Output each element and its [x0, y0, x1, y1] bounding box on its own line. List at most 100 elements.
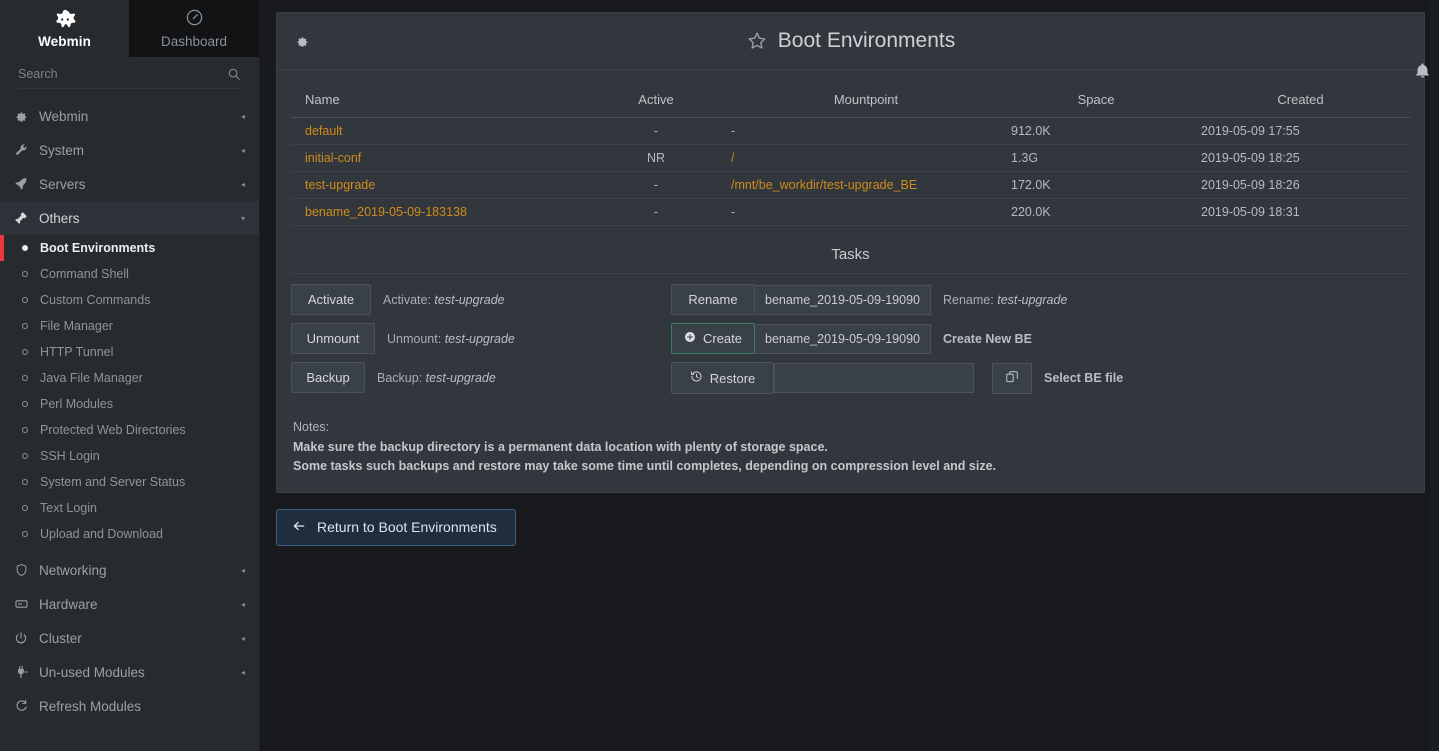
cell-mountpoint: /: [731, 144, 1001, 172]
column-header-created[interactable]: Created: [1191, 84, 1410, 118]
search-icon[interactable]: [227, 67, 241, 81]
bullet-icon: [22, 479, 28, 485]
sidebar-item-label: Perl Modules: [40, 397, 113, 411]
chevron-left-icon: ◂: [240, 111, 245, 121]
return-button-label: Return to Boot Environments: [317, 519, 497, 535]
search-box[interactable]: [18, 67, 241, 89]
sidebar-item-label: HTTP Tunnel: [40, 345, 114, 359]
sidebar-item-label: Upload and Download: [40, 527, 164, 541]
sidebar-item-label: System and Server Status: [40, 475, 186, 489]
mountpoint-link[interactable]: /mnt/be_workdir/test-upgrade_BE: [731, 178, 917, 192]
sidebar-nav: Webmin ◂ System ◂ Servers ◂ Others ▾ Boo…: [0, 99, 259, 723]
sidebar-item-http-tunnel[interactable]: HTTP Tunnel: [0, 339, 259, 365]
select-be-file-button[interactable]: [992, 362, 1032, 394]
sidebar-item-cluster[interactable]: Cluster ◂: [0, 621, 259, 655]
unmount-label-value: test-upgrade: [444, 331, 515, 346]
bullet-icon: [22, 271, 28, 277]
webmin-logo-icon: [54, 9, 76, 33]
arrow-left-icon: [291, 519, 307, 536]
sidebar-item-upload-and-download[interactable]: Upload and Download: [0, 521, 259, 547]
boot-environments-panel: Boot Environments Name Active Mountpoint…: [276, 12, 1425, 493]
sidebar-item-protected-web-directories[interactable]: Protected Web Directories: [0, 417, 259, 443]
column-header-active[interactable]: Active: [581, 84, 731, 118]
sidebar-item-servers[interactable]: Servers ◂: [0, 167, 259, 201]
sidebar-item-text-login[interactable]: Text Login: [0, 495, 259, 521]
sidebar-item-perl-modules[interactable]: Perl Modules: [0, 391, 259, 417]
unmount-button[interactable]: Unmount: [291, 323, 375, 354]
sidebar-item-label: File Manager: [40, 319, 113, 333]
sidebar-item-hardware[interactable]: Hardware ◂: [0, 587, 259, 621]
bullet-icon: [22, 349, 28, 355]
return-to-boot-environments-button[interactable]: Return to Boot Environments: [276, 508, 516, 546]
cell-name: test-upgrade: [291, 171, 581, 199]
create-input[interactable]: [755, 323, 931, 354]
mountpoint-link[interactable]: /: [731, 151, 734, 165]
tab-dashboard-label: Dashboard: [160, 34, 228, 49]
rename-input[interactable]: [755, 284, 931, 315]
gear-icon[interactable]: [295, 34, 309, 48]
chevron-left-icon: ◂: [240, 667, 245, 677]
plus-circle-icon: [684, 331, 696, 346]
rename-button[interactable]: Rename: [671, 284, 755, 315]
sidebar-item-java-file-manager[interactable]: Java File Manager: [0, 365, 259, 391]
be-name-link[interactable]: default: [305, 124, 343, 138]
backup-label-prefix: Backup:: [377, 370, 423, 385]
tab-dashboard[interactable]: Dashboard: [129, 0, 259, 57]
brand-webmin[interactable]: Webmin: [0, 0, 129, 57]
sidebar-item-command-shell[interactable]: Command Shell: [0, 261, 259, 287]
cell-space: 1.3G: [1001, 144, 1191, 172]
create-task-label: Create New BE: [943, 331, 1032, 346]
sidebar-item-networking[interactable]: Networking ◂: [0, 553, 259, 587]
activate-button[interactable]: Activate: [291, 284, 371, 315]
sidebar-item-file-manager[interactable]: File Manager: [0, 313, 259, 339]
star-icon[interactable]: [746, 30, 768, 52]
restore-path-input[interactable]: [774, 363, 974, 393]
main-content: Boot Environments Name Active Mountpoint…: [260, 0, 1439, 751]
cell-name: bename_2019-05-09-183138: [291, 198, 581, 226]
hammer-icon: [13, 211, 29, 225]
sidebar-item-un-used-modules[interactable]: Un-used Modules ◂: [0, 655, 259, 689]
create-button[interactable]: Create: [671, 323, 755, 354]
table-row[interactable]: bename_2019-05-09-183138 - - 220.0K 2019…: [291, 198, 1410, 226]
rename-label-value: test-upgrade: [997, 292, 1068, 307]
vertical-scrollbar[interactable]: [1430, 0, 1439, 751]
column-header-space[interactable]: Space: [1001, 84, 1191, 118]
wrench-icon: [13, 143, 29, 157]
task-row-unmount: Unmount Unmount: test-upgrade: [291, 323, 671, 354]
panel-header: Boot Environments: [277, 13, 1424, 70]
sidebar-item-system[interactable]: System ◂: [0, 133, 259, 167]
table-row[interactable]: default - - 912.0K 2019-05-09 17:55: [291, 117, 1410, 145]
backup-button[interactable]: Backup: [291, 362, 365, 393]
column-header-mountpoint[interactable]: Mountpoint: [731, 84, 1001, 118]
notes-line: Some tasks such backups and restore may …: [293, 458, 997, 473]
bell-icon[interactable]: [1414, 62, 1431, 79]
be-name-link[interactable]: initial-conf: [305, 151, 361, 165]
sidebar-item-others[interactable]: Others ▾: [0, 201, 259, 235]
restore-button-label: Restore: [709, 370, 756, 386]
be-name-link[interactable]: test-upgrade: [305, 178, 375, 192]
rename-task-label: Rename: test-upgrade: [943, 293, 1067, 307]
column-header-name[interactable]: Name: [291, 84, 581, 118]
restore-button[interactable]: Restore: [671, 362, 774, 394]
sidebar-item-refresh-modules[interactable]: Refresh Modules: [0, 689, 259, 723]
sidebar: Webmin Dashboard Webmin ◂: [0, 0, 260, 751]
table-row[interactable]: test-upgrade - /mnt/be_workdir/test-upgr…: [291, 171, 1410, 199]
rocket-icon: [13, 177, 29, 191]
table-row[interactable]: initial-conf NR / 1.3G 2019-05-09 18:25: [291, 144, 1410, 172]
rename-label-prefix: Rename:: [943, 292, 994, 307]
sidebar-item-webmin[interactable]: Webmin ◂: [0, 99, 259, 133]
cell-mountpoint: -: [731, 198, 1001, 226]
sidebar-item-custom-commands[interactable]: Custom Commands: [0, 287, 259, 313]
sidebar-item-boot-environments[interactable]: Boot Environments: [0, 235, 259, 261]
chevron-left-icon: ◂: [240, 599, 245, 609]
task-row-backup: Backup Backup: test-upgrade: [291, 362, 671, 393]
history-icon: [690, 370, 703, 386]
sidebar-item-ssh-login[interactable]: SSH Login: [0, 443, 259, 469]
unmount-label-prefix: Unmount:: [387, 331, 442, 346]
be-name-link[interactable]: bename_2019-05-09-183138: [305, 205, 467, 219]
gauge-icon: [185, 8, 204, 32]
sidebar-item-system-and-server-status[interactable]: System and Server Status: [0, 469, 259, 495]
sidebar-item-label: Cluster: [39, 630, 82, 646]
backup-task-label: Backup: test-upgrade: [377, 371, 496, 385]
search-input[interactable]: [18, 67, 227, 81]
